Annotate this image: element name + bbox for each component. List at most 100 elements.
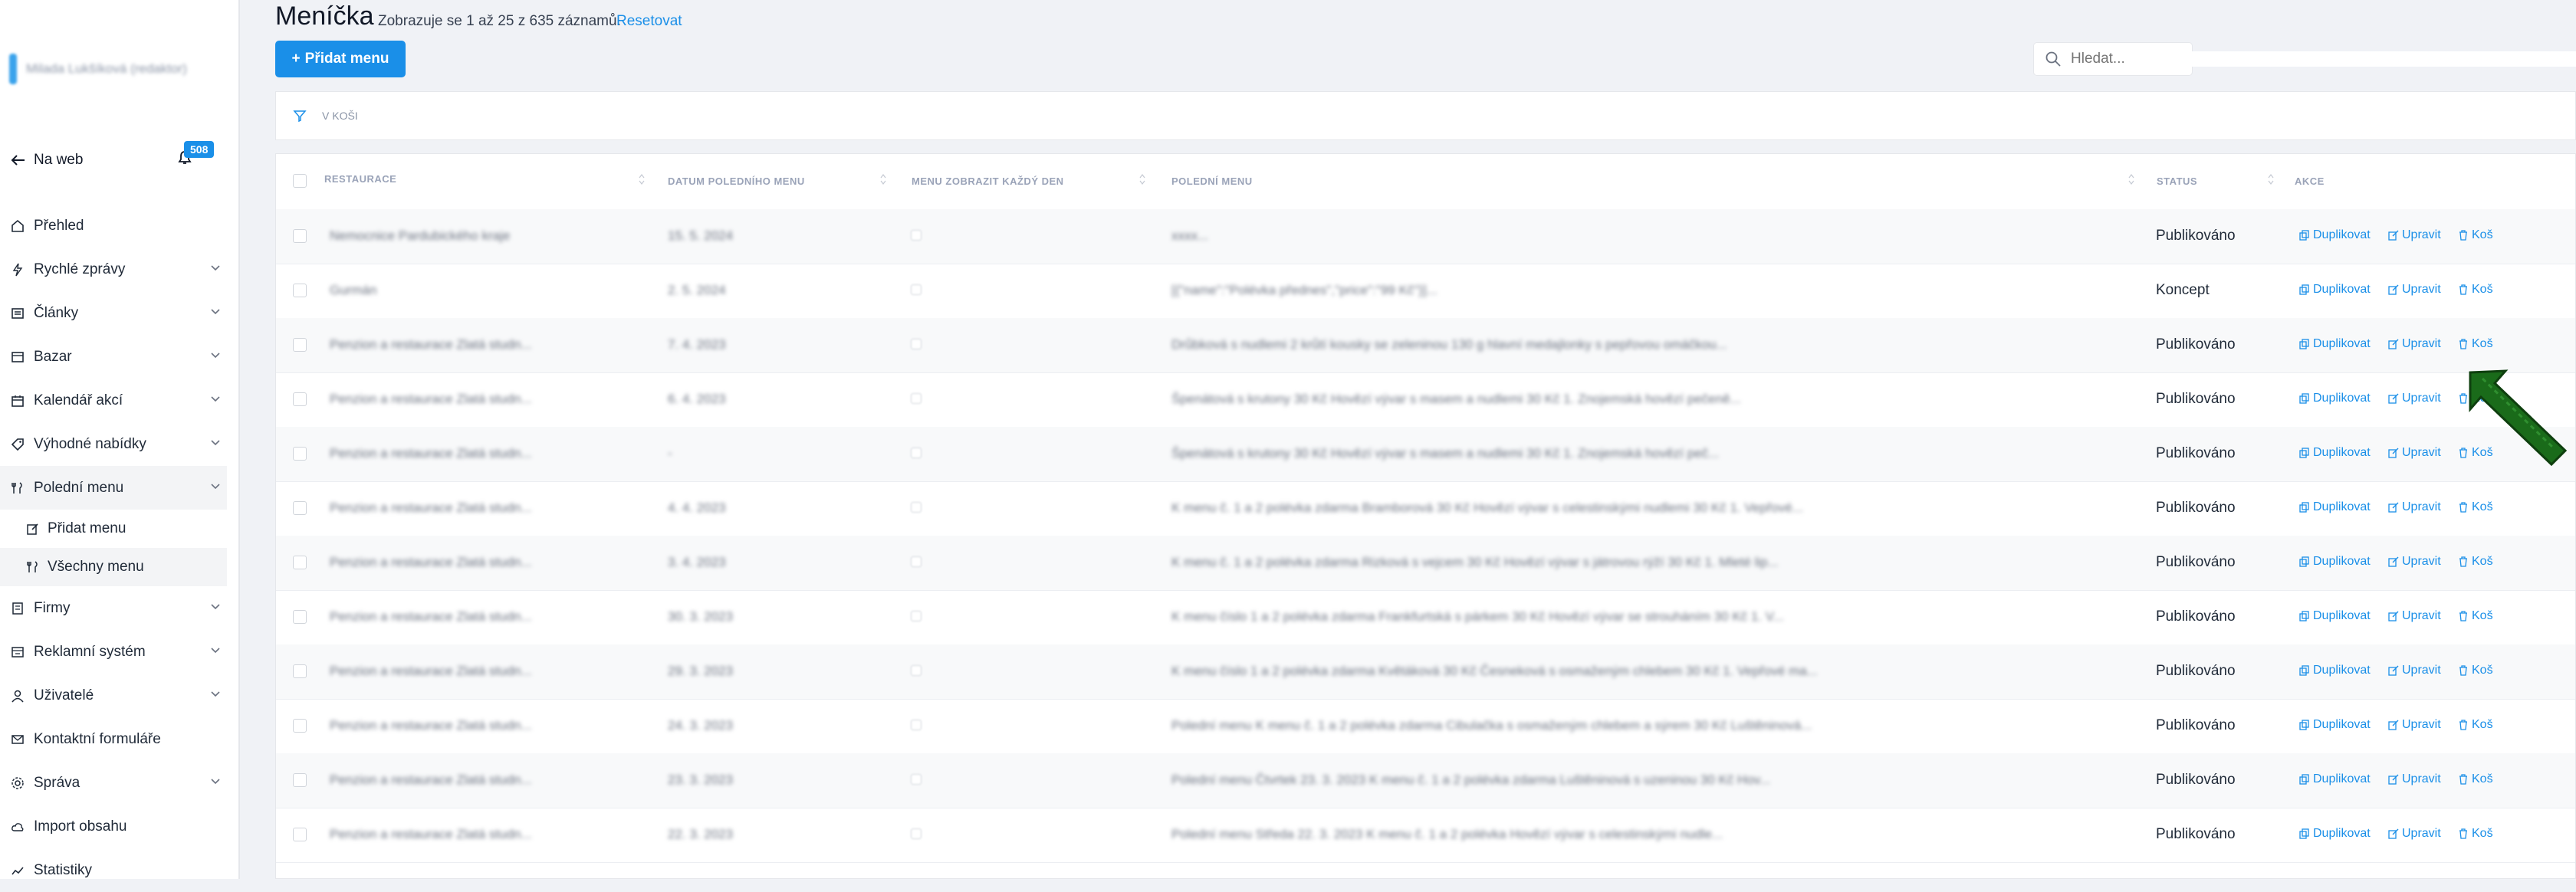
sidebar-item-kontaktni-formulare[interactable]: Kontaktní formuláře — [0, 717, 227, 761]
edit-button[interactable]: Upravit — [2388, 500, 2441, 514]
trash-button[interactable]: Koš — [2458, 555, 2493, 569]
row-checkbox[interactable] — [293, 556, 307, 569]
show-every-day-checkbox[interactable] — [911, 230, 922, 241]
sort-icon[interactable] — [1139, 172, 1145, 186]
trash-button[interactable]: Koš — [2458, 772, 2493, 786]
show-every-day-checkbox[interactable] — [911, 720, 922, 730]
show-every-day-checkbox[interactable] — [911, 284, 922, 295]
column-kazdy-den[interactable]: Menu zobrazit každý den — [912, 175, 1064, 187]
sidebar-item-prehled[interactable]: Přehled — [0, 204, 227, 248]
sidebar-item-kalendar-akci[interactable]: Kalendář akcí — [0, 379, 227, 422]
duplicate-button[interactable]: Duplikovat — [2299, 555, 2371, 569]
show-every-day-checkbox[interactable] — [911, 339, 922, 349]
duplicate-button[interactable]: Duplikovat — [2299, 664, 2371, 677]
restaurant-name[interactable]: Penzion a restaurace Zlatá studn... — [330, 555, 532, 570]
sidebar-subitem-vsechny-menu[interactable]: Všechny menu — [0, 548, 227, 586]
restaurant-name[interactable]: Penzion a restaurace Zlatá studn... — [330, 392, 532, 407]
restaurant-name[interactable]: Penzion a restaurace Zlatá studn... — [330, 337, 532, 353]
duplicate-button[interactable]: Duplikovat — [2299, 228, 2371, 242]
sidebar-item-firmy[interactable]: Firmy — [0, 586, 227, 630]
filter-icon[interactable] — [293, 109, 307, 123]
restaurant-name[interactable]: Penzion a restaurace Zlatá studn... — [330, 772, 532, 788]
restaurant-name[interactable]: Penzion a restaurace Zlatá studn... — [330, 718, 532, 733]
sidebar-item-statistiky[interactable]: Statistiky — [0, 848, 227, 892]
restaurant-name[interactable]: Penzion a restaurace Zlatá studn... — [330, 609, 532, 625]
show-every-day-checkbox[interactable] — [911, 828, 922, 839]
trash-button[interactable]: Koš — [2458, 664, 2493, 677]
row-checkbox[interactable] — [293, 501, 307, 515]
sidebar-item-rychle-zpravy[interactable]: Rychlé zprávy — [0, 248, 227, 291]
row-checkbox[interactable] — [293, 610, 307, 624]
show-every-day-checkbox[interactable] — [911, 665, 922, 676]
sidebar-item-import-obsahu[interactable]: Import obsahu — [0, 805, 227, 848]
sidebar-item-bazar[interactable]: Bazar — [0, 335, 227, 379]
trash-button[interactable]: Koš — [2458, 337, 2493, 351]
trash-button[interactable]: Koš — [2458, 283, 2493, 297]
back-to-web-link[interactable]: Na web — [11, 152, 83, 169]
column-status[interactable]: Status — [2157, 175, 2197, 187]
edit-button[interactable]: Upravit — [2388, 609, 2441, 623]
edit-button[interactable]: Upravit — [2388, 228, 2441, 242]
sort-icon[interactable] — [2268, 172, 2274, 186]
sort-icon[interactable] — [639, 172, 645, 186]
edit-button[interactable]: Upravit — [2388, 446, 2441, 460]
duplicate-button[interactable]: Duplikovat — [2299, 337, 2371, 351]
restaurant-name[interactable]: Nemocnice Pardubického kraje — [330, 228, 510, 244]
row-checkbox[interactable] — [293, 664, 307, 678]
show-every-day-checkbox[interactable] — [911, 393, 922, 404]
reset-link[interactable]: Resetovat — [616, 13, 682, 30]
trash-button[interactable]: Koš — [2458, 827, 2493, 841]
edit-button[interactable]: Upravit — [2388, 283, 2441, 297]
show-every-day-checkbox[interactable] — [911, 502, 922, 513]
row-checkbox[interactable] — [293, 284, 307, 297]
column-poledni-menu[interactable]: Polední menu — [1171, 175, 1253, 187]
column-datum[interactable]: Datum poledního menu — [668, 175, 805, 187]
edit-button[interactable]: Upravit — [2388, 664, 2441, 677]
row-checkbox[interactable] — [293, 392, 307, 406]
restaurant-name[interactable]: Penzion a restaurace Zlatá studn... — [330, 664, 532, 679]
show-every-day-checkbox[interactable] — [911, 774, 922, 785]
search-input[interactable] — [2069, 50, 2180, 68]
trash-button[interactable]: Koš — [2458, 718, 2493, 732]
row-checkbox[interactable] — [293, 828, 307, 841]
restaurant-name[interactable]: Gurmán — [330, 283, 376, 298]
show-every-day-checkbox[interactable] — [911, 556, 922, 567]
column-restaurace[interactable]: Restaurace — [324, 173, 396, 185]
edit-button[interactable]: Upravit — [2388, 337, 2441, 351]
sidebar-item-uzivatele[interactable]: Uživatelé — [0, 674, 227, 717]
trash-button[interactable]: Koš — [2458, 228, 2493, 242]
trash-button[interactable]: Koš — [2458, 609, 2493, 623]
sort-icon[interactable] — [880, 172, 886, 186]
restaurant-name[interactable]: Penzion a restaurace Zlatá studn... — [330, 827, 532, 842]
duplicate-button[interactable]: Duplikovat — [2299, 446, 2371, 460]
row-checkbox[interactable] — [293, 338, 307, 352]
edit-button[interactable]: Upravit — [2388, 718, 2441, 732]
duplicate-button[interactable]: Duplikovat — [2299, 827, 2371, 841]
add-menu-button[interactable]: + Přidat menu — [275, 41, 406, 77]
edit-button[interactable]: Upravit — [2388, 827, 2441, 841]
trash-button[interactable]: Koš — [2458, 500, 2493, 514]
row-checkbox[interactable] — [293, 773, 307, 787]
duplicate-button[interactable]: Duplikovat — [2299, 283, 2371, 297]
filter-trash-label[interactable]: V KOŠI — [322, 110, 358, 122]
edit-button[interactable]: Upravit — [2388, 392, 2441, 405]
user-brand[interactable]: Milada Lukšíková (redaktor) — [9, 54, 224, 84]
sort-icon[interactable] — [2128, 172, 2134, 186]
row-checkbox[interactable] — [293, 447, 307, 461]
duplicate-button[interactable]: Duplikovat — [2299, 609, 2371, 623]
duplicate-button[interactable]: Duplikovat — [2299, 718, 2371, 732]
show-every-day-checkbox[interactable] — [911, 448, 922, 458]
row-checkbox[interactable] — [293, 229, 307, 243]
sidebar-item-vyhodne-nabidky[interactable]: Výhodné nabídky — [0, 422, 227, 466]
edit-button[interactable]: Upravit — [2388, 555, 2441, 569]
duplicate-button[interactable]: Duplikovat — [2299, 500, 2371, 514]
duplicate-button[interactable]: Duplikovat — [2299, 772, 2371, 786]
duplicate-button[interactable]: Duplikovat — [2299, 392, 2371, 405]
select-all-checkbox[interactable] — [293, 174, 307, 188]
sidebar-item-sprava[interactable]: Správa — [0, 761, 227, 805]
restaurant-name[interactable]: Penzion a restaurace Zlatá studn... — [330, 500, 532, 516]
edit-button[interactable]: Upravit — [2388, 772, 2441, 786]
sidebar-subitem-pridat-menu[interactable]: Přidat menu — [0, 510, 227, 548]
restaurant-name[interactable]: Penzion a restaurace Zlatá studn... — [330, 446, 532, 461]
show-every-day-checkbox[interactable] — [911, 611, 922, 621]
